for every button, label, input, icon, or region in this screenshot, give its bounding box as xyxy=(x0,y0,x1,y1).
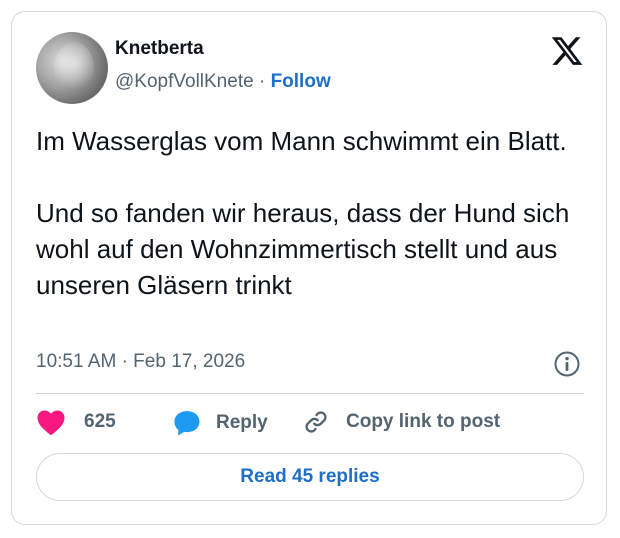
read-replies-button[interactable]: Read 45 replies xyxy=(36,453,584,501)
copy-link-button[interactable]: Copy link to post xyxy=(302,408,500,436)
timestamp-separator: · xyxy=(121,351,128,372)
tweet-timestamp[interactable]: 10:51 AM · Feb 17, 2026 xyxy=(36,351,245,373)
follow-button[interactable]: Follow xyxy=(271,71,331,92)
reply-label: Reply xyxy=(216,412,268,433)
author-handle-row: @KopfVollKnete · Follow xyxy=(115,71,331,93)
tweet-card: Knetberta @KopfVollKnete · Follow Im Was… xyxy=(11,11,607,525)
copy-link-label: Copy link to post xyxy=(346,411,501,432)
tweet-text: Im Wasserglas vom Mann schwimmt ein Blat… xyxy=(36,126,570,300)
tweet-time: 10:51 AM xyxy=(36,351,117,372)
author-handle[interactable]: @KopfVollKnete xyxy=(115,71,254,92)
author-name[interactable]: Knetberta xyxy=(115,38,204,60)
avatar[interactable] xyxy=(36,32,108,104)
handle-separator: · xyxy=(258,71,266,92)
like-count: 625 xyxy=(84,411,116,432)
x-logo-icon[interactable] xyxy=(550,34,584,68)
tweet-date: Feb 17, 2026 xyxy=(133,351,246,372)
like-button[interactable]: 625 xyxy=(36,408,116,436)
divider xyxy=(36,393,584,394)
heart-icon xyxy=(37,410,65,436)
link-icon xyxy=(305,411,327,433)
speech-bubble-icon xyxy=(174,411,200,436)
reply-button[interactable]: Reply xyxy=(172,408,268,438)
info-icon[interactable] xyxy=(553,350,581,378)
